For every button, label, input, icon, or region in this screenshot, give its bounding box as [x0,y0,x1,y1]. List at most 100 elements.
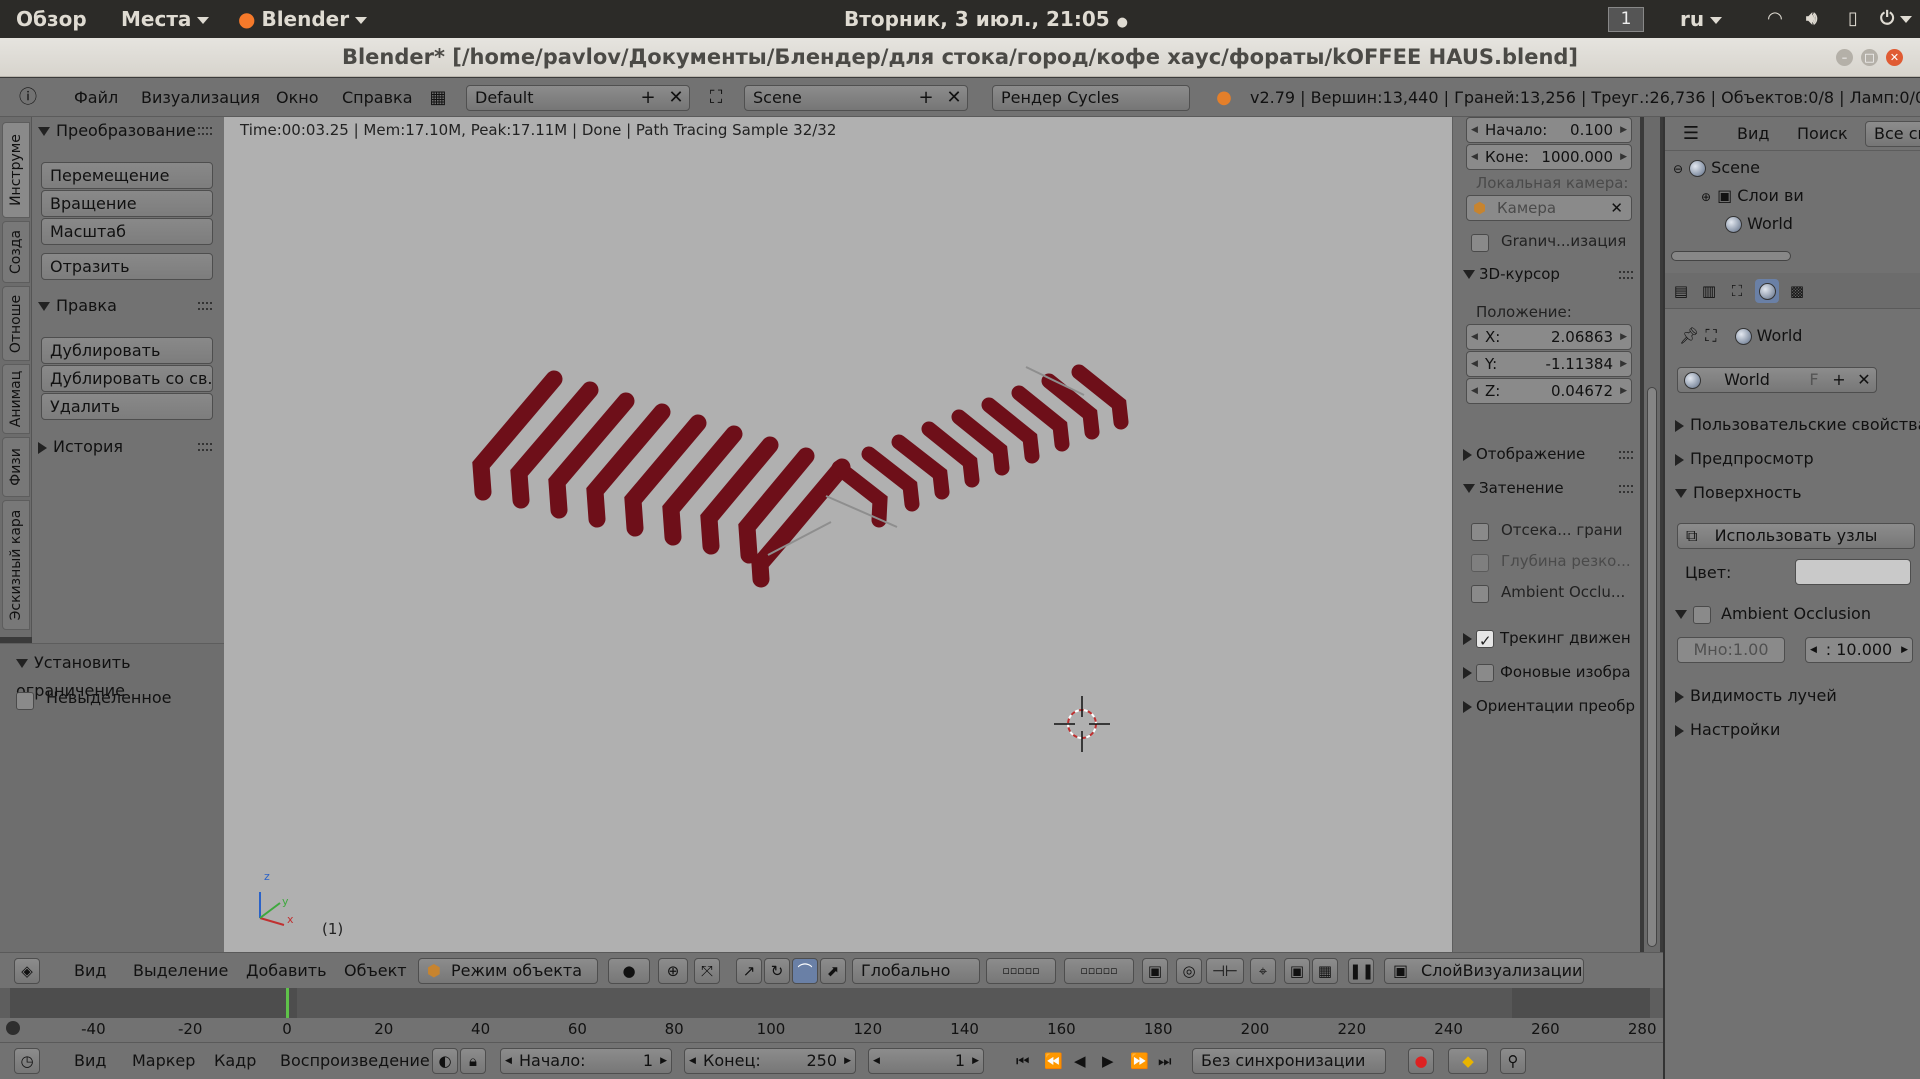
delete-button[interactable]: Удалить [41,393,213,420]
background-images-checkbox[interactable] [1476,663,1494,682]
view3d-menu-add[interactable]: Добавить [246,953,327,989]
jump-end-icon[interactable]: ⏭ [1158,1043,1172,1079]
battery-icon[interactable]: ▯ [1848,0,1858,38]
screen-layout-icon[interactable]: ▦ [426,86,450,110]
scroll-handle-icon[interactable] [6,1021,20,1035]
current-frame-field[interactable]: ◀ 1 ▶ [868,1048,984,1074]
add-layout-icon[interactable]: + [636,86,660,110]
preview-panel-header[interactable]: Предпросмотр [1675,445,1920,473]
decrement-icon[interactable]: ◀ [873,1049,880,1073]
clip-start-field[interactable]: ◀ Начало: 0.100 ▶ [1466,117,1632,143]
timeline-ruler[interactable]: -40 -20 0 20 40 60 80 100 120 140 160 180 200 220 240 2… [0,1018,1663,1042]
render-preview-icon[interactable]: ▣ [1284,958,1310,984]
viewport-3d[interactable]: Time:00:03.25 | Mem:17.10M, Peak:17.11M … [224,117,1452,952]
tab-create[interactable]: Созда [2,221,30,283]
scale-manipulator-icon[interactable]: ⌒ [792,958,818,984]
backface-culling-checkbox[interactable] [1471,523,1489,541]
ambient-occlusion-panel-header[interactable]: Ambient Occlusion [1675,600,1920,628]
scene-layers-icon[interactable]: ▫▫▫▫▫ [1064,958,1134,984]
remove-layout-icon[interactable]: ✕ [664,86,688,110]
scene-tab-icon[interactable]: ⛶ [1725,279,1749,303]
tab-animation[interactable]: Анимац [2,364,30,434]
lock-camera-icon[interactable]: ▣ [1142,958,1168,984]
local-camera-field[interactable]: ⬢ Камера ✕ [1466,195,1632,221]
outliner-menu-view[interactable]: Вид [1737,117,1769,151]
scene-icon[interactable]: ⛶ [704,86,728,110]
view3d-menu-view[interactable]: Вид [74,953,106,989]
wifi-icon[interactable]: ◠ [1768,0,1782,38]
mirror-button[interactable]: Отразить [41,253,213,280]
close-button[interactable]: ✕ [1886,49,1903,66]
timeline-menu-playback[interactable]: Воспроизведение [280,1043,430,1079]
menu-help[interactable]: Справка [342,78,413,117]
clip-end-field[interactable]: ◀ Коне: 1000.000 ▶ [1466,144,1632,170]
tab-grease-pencil[interactable]: Эскизный кара [2,500,30,630]
power-icon[interactable]: ⏻ [1880,0,1913,38]
operator-panel-header[interactable]: Установить ограничение [16,649,222,700]
pin-icon[interactable]: 📌︎ [1679,326,1699,345]
scene-layers-icon[interactable]: ▫▫▫▫▫ [986,958,1056,984]
n-panel-scrollbar[interactable] [1644,117,1660,952]
start-frame-field[interactable]: ◀ Начало: 1 ▶ [500,1048,672,1074]
proportional-edit-icon[interactable]: ◎ [1176,958,1202,984]
pause-render-icon[interactable]: ❚❚ [1348,958,1374,984]
world-datablock-selector[interactable]: World F + ✕ [1677,367,1877,393]
decrement-icon[interactable]: ◀ [505,1049,512,1073]
menu-file[interactable]: Файл [74,78,118,117]
background-images-panel-header[interactable]: Фоновые изобра [1463,659,1641,685]
cursor-z-field[interactable]: ◀ Z: 0.04672 ▶ [1466,378,1632,404]
timeline-menu-view[interactable]: Вид [74,1043,106,1079]
timeline[interactable]: -40 -20 0 20 40 60 80 100 120 140 160 180 200 220 240 2… [0,988,1663,1042]
minimize-button[interactable]: – [1836,49,1853,66]
increment-icon[interactable]: ▶ [1901,638,1908,662]
shading-panel-header[interactable]: Затенение [1463,475,1641,501]
fake-user-button[interactable]: F [1803,368,1825,392]
increment-icon[interactable]: ▶ [1620,352,1627,376]
increment-icon[interactable]: ▶ [1620,325,1627,349]
add-world-icon[interactable]: + [1828,368,1850,392]
play-reverse-icon[interactable]: ◀ [1074,1043,1086,1079]
clear-camera-icon[interactable]: ✕ [1610,196,1623,220]
outliner-filter-selector[interactable]: Все сц [1865,121,1920,147]
view3d-editor-icon[interactable]: ◈ [14,958,40,984]
cursor-panel-header[interactable]: 3D-курсор [1463,261,1641,287]
decrement-icon[interactable]: ◀ [1471,379,1478,403]
sync-mode-selector[interactable]: Без синхронизации [1192,1048,1386,1074]
unselected-checkbox[interactable] [16,692,34,710]
end-frame-field[interactable]: ◀ Конец: 250 ▶ [684,1048,856,1074]
expand-icon[interactable]: ⊕ [1701,190,1711,204]
increment-icon[interactable]: ▶ [844,1049,851,1073]
volume-icon[interactable]: 🔊︎ [1806,0,1817,38]
drag-grip-icon[interactable] [198,127,212,135]
unlink-world-icon[interactable]: ✕ [1853,368,1875,392]
outliner-menu-search[interactable]: Поиск [1797,117,1848,151]
tab-relations[interactable]: Отноше [2,286,30,361]
duplicate-button[interactable]: Дублировать [41,337,213,364]
add-scene-icon[interactable]: + [914,86,938,110]
decrement-icon[interactable]: ◀ [1471,325,1478,349]
language-menu[interactable]: ru [1680,0,1723,38]
cursor-x-field[interactable]: ◀ X: 2.06863 ▶ [1466,324,1632,350]
outliner-editor-icon[interactable]: ☰ [1679,122,1703,146]
timeline-menu-marker[interactable]: Маркер [132,1043,195,1079]
viewport-shading-selector[interactable]: ● [608,958,650,984]
transform-orientation-selector[interactable]: Глобально [852,958,980,984]
drag-grip-icon[interactable] [198,443,212,451]
render-animation-icon[interactable]: ▦ [1312,958,1338,984]
tab-tools[interactable]: Инструме [2,122,30,218]
translate-manipulator-icon[interactable]: ↗ [736,958,762,984]
jump-next-keyframe-icon[interactable]: ⏩ [1130,1043,1149,1079]
ao-distance-field[interactable]: ◀: 10.000 ▶ [1805,637,1913,663]
edit-panel-header[interactable]: Правка [38,292,220,320]
increment-icon[interactable]: ▶ [1620,145,1627,169]
ray-visibility-panel-header[interactable]: Видимость лучей [1675,682,1920,710]
collapse-icon[interactable]: ⊖ [1673,162,1683,176]
scale-button[interactable]: Масштаб [41,218,213,245]
texture-tab-icon[interactable]: ▩ [1785,279,1809,303]
custom-properties-panel-header[interactable]: Пользовательские свойства [1675,411,1920,439]
manipulator-toggle-icon[interactable]: ⤧ [694,958,720,984]
tab-physics[interactable]: Физи [2,437,30,497]
increment-icon[interactable]: ▶ [660,1049,667,1073]
drag-grip-icon[interactable] [1619,485,1633,493]
outliner-row-scene[interactable]: ⊖ Scene [1673,154,1913,182]
